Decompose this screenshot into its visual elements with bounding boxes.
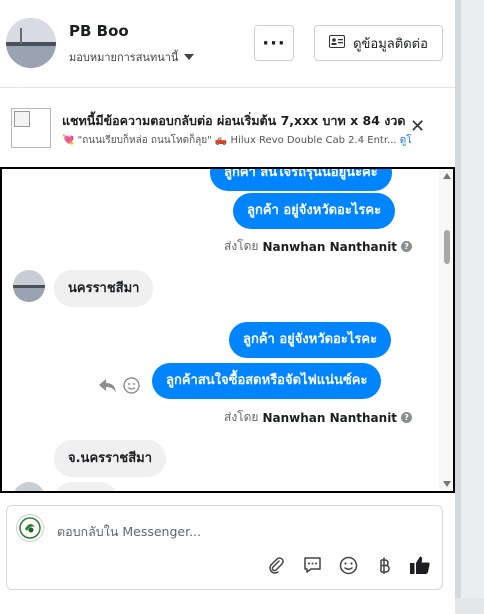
- customer-avatar[interactable]: [6, 18, 56, 68]
- reply-composer[interactable]: ตอบกลับใน Messenger...: [6, 505, 443, 590]
- message-incoming[interactable]: นครราชสีมา: [54, 270, 154, 307]
- sent-by-line: ส่งโดย Nanwhan Nanthanit ?: [224, 408, 413, 427]
- message-actions: [99, 377, 140, 399]
- conversation-header: PB Boo มอบหมายการสนทนานี้ ··· ดูข้อมูลติ…: [0, 0, 455, 88]
- ad-reply-subtitle: 💘 "ถนนเรียบก็หล่อ ถนนโหดก็ลุย" 🛻 Hilux R…: [62, 133, 455, 148]
- message-incoming[interactable]: จ.นครราชสีมา: [54, 440, 167, 477]
- customer-name: PB Boo: [69, 22, 129, 40]
- ad-reply-preview: แชทนี้มีข้อความตอบกลับต่อ ผ่อนเริ่มต้น 7…: [0, 89, 455, 167]
- side-panel-edge: [455, 0, 484, 614]
- paperclip-icon[interactable]: [265, 554, 287, 576]
- view-contact-label: ดูข้อมูลติดต่อ: [353, 36, 428, 52]
- scroll-up-arrow-icon[interactable]: [443, 173, 451, 179]
- chevron-down-icon: [184, 54, 195, 60]
- assign-conversation-dropdown[interactable]: มอบหมายการสนทนานี้: [69, 48, 195, 66]
- view-contact-button[interactable]: ดูข้อมูลติดต่อ: [314, 25, 443, 61]
- more-options-button[interactable]: ···: [254, 25, 294, 61]
- message-outgoing[interactable]: ลูกค้า อยู่จังหวัดอะไรคะ: [233, 193, 396, 229]
- help-icon[interactable]: ?: [401, 412, 413, 423]
- ad-reply-title: แชทนี้มีข้อความตอบกลับต่อ ผ่อนเริ่มต้น 7…: [62, 113, 406, 128]
- conversation-panel: PB Boo มอบหมายการสนทนานี้ ··· ดูข้อมูลติ…: [0, 0, 455, 614]
- thumbs-up-icon[interactable]: [409, 554, 431, 576]
- reply-icon[interactable]: [99, 378, 117, 398]
- chat-bubble-icon[interactable]: [301, 554, 323, 576]
- sent-by-label: ส่งโดย: [224, 239, 259, 253]
- smiley-icon[interactable]: [337, 554, 359, 576]
- help-icon[interactable]: ?: [401, 241, 413, 252]
- close-icon[interactable]: ✕: [410, 116, 425, 137]
- message-thread[interactable]: ลูกค้า สนใจรถรุ่นนี้อยู่นะคะ ลูกค้า อยู่…: [0, 167, 455, 493]
- react-smiley-icon[interactable]: [123, 377, 140, 399]
- scroll-thumb[interactable]: [444, 230, 450, 264]
- sent-by-name: Nanwhan Nanthanit: [262, 410, 398, 425]
- reply-input[interactable]: ตอบกลับใน Messenger...: [57, 522, 201, 542]
- message-outgoing[interactable]: ลูกค้าสนใจซื้อสดหรือจัดไฟแน่นซ์คะ: [152, 363, 382, 399]
- page-avatar: [16, 514, 44, 542]
- baht-icon[interactable]: [373, 554, 395, 576]
- sent-by-line: ส่งโดย Nanwhan Nanthanit ?: [224, 237, 413, 256]
- customer-avatar-small: [13, 270, 45, 302]
- thread-scrollbar[interactable]: [439, 169, 453, 491]
- message-outgoing[interactable]: ลูกค้า สนใจรถรุ่นนี้อยู่นะคะ: [210, 169, 392, 191]
- id-card-icon: [329, 34, 346, 52]
- message-outgoing[interactable]: ลูกค้า อยู่จังหวัดอะไรคะ: [229, 322, 392, 358]
- ad-post-text: 💘 "ถนนเรียบก็หล่อ ถนนโหดก็ลุย" 🛻 Hilux R…: [62, 135, 397, 146]
- assign-label: มอบหมายการสนทนานี้: [69, 51, 179, 64]
- composer-toolbar: [265, 554, 431, 576]
- sent-by-name: Nanwhan Nanthanit: [262, 239, 398, 254]
- side-panel-divider: [455, 0, 461, 598]
- ellipsis-icon: ···: [262, 32, 286, 54]
- sent-by-label: ส่งโดย: [224, 410, 259, 424]
- scroll-down-arrow-icon[interactable]: [443, 481, 451, 487]
- customer-avatar-small: [13, 482, 45, 491]
- ad-thumbnail: [11, 108, 51, 148]
- message-incoming-partial[interactable]: [54, 482, 118, 491]
